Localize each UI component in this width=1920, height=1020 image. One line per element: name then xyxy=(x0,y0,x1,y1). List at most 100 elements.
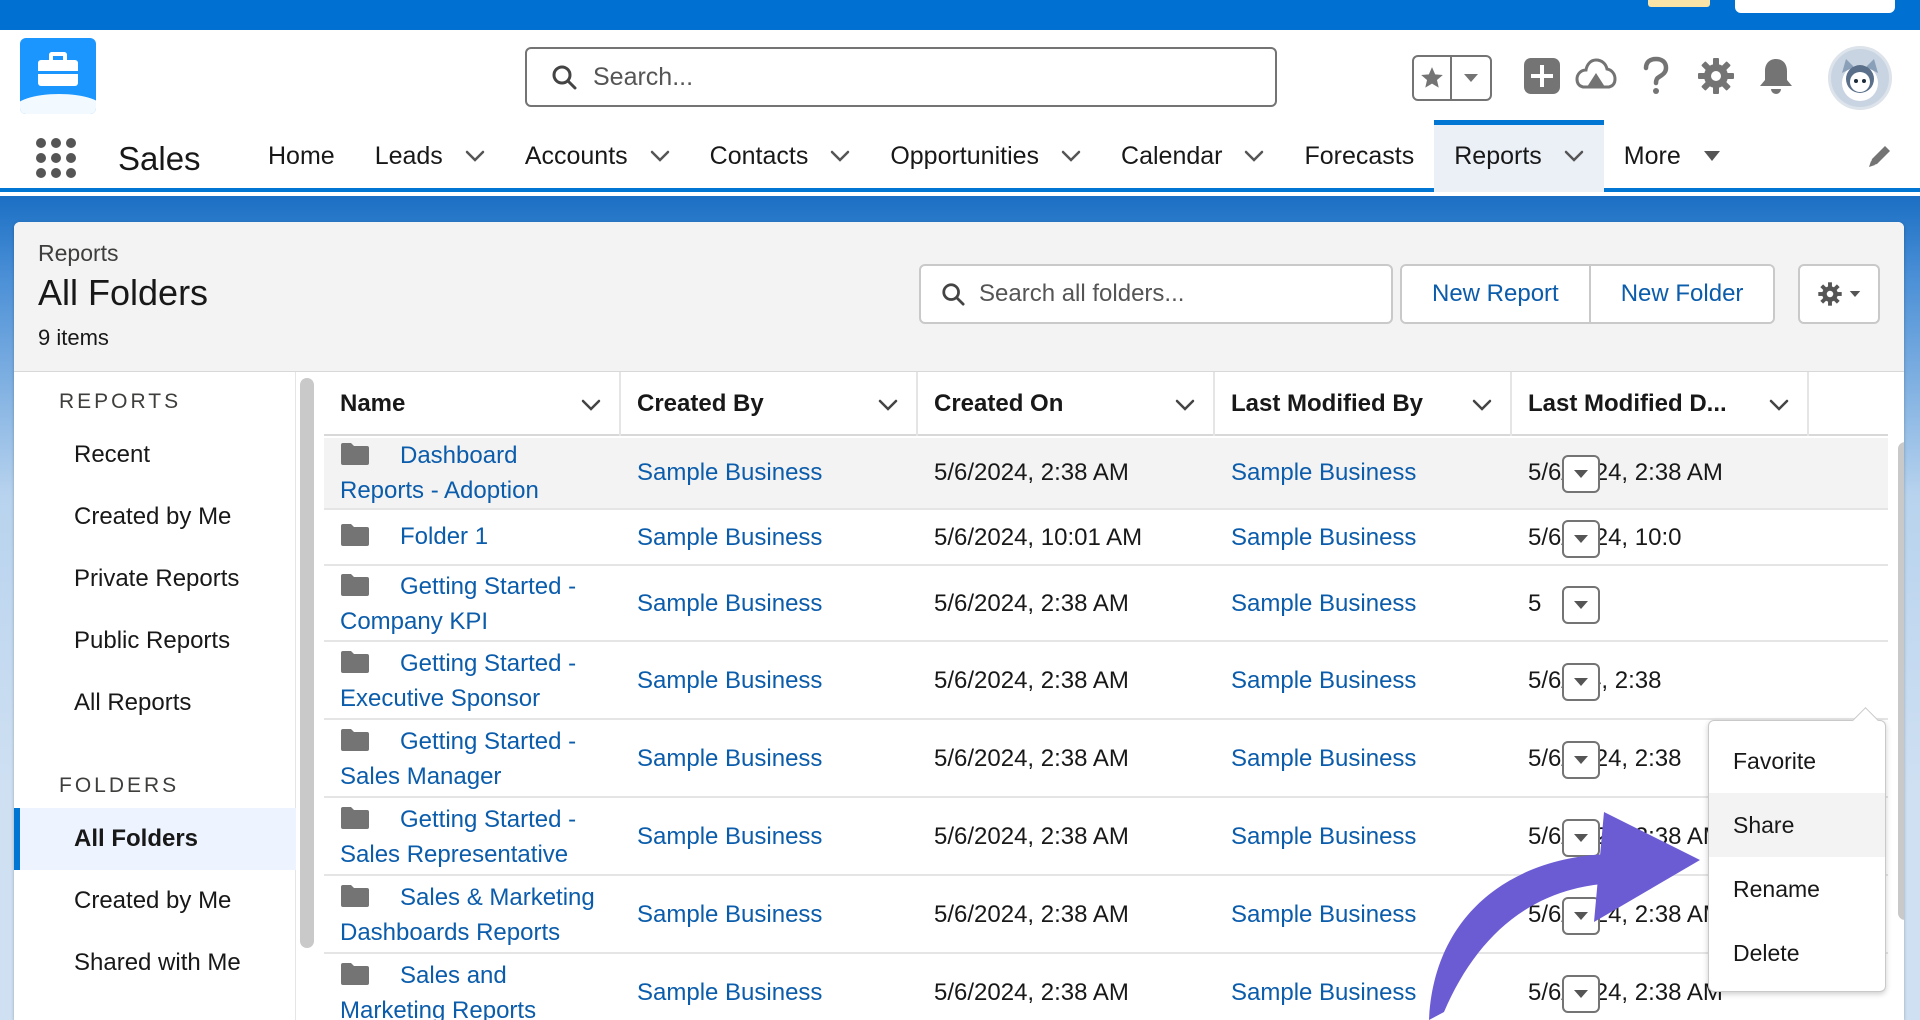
setup-button[interactable] xyxy=(1692,52,1740,100)
trailhead-icon xyxy=(1575,58,1617,89)
nav-tab-menu-button[interactable] xyxy=(1564,150,1584,162)
row-actions-button[interactable] xyxy=(1562,455,1600,493)
row-actions-button[interactable] xyxy=(1562,897,1600,935)
row-actions-button[interactable] xyxy=(1562,663,1600,701)
user-avatar[interactable] xyxy=(1828,46,1892,110)
column-sort-button[interactable] xyxy=(1175,390,1195,418)
row-actions-button[interactable] xyxy=(1562,819,1600,857)
menu-item-rename[interactable]: Rename xyxy=(1709,857,1885,921)
modified-by-link[interactable]: Sample Business xyxy=(1215,568,1512,640)
column-header[interactable]: Name xyxy=(324,372,621,436)
sidebar-item-all-reports[interactable]: All Reports xyxy=(14,672,296,734)
chevron-down-icon xyxy=(465,150,485,162)
created-by-link[interactable]: Sample Business xyxy=(621,878,918,952)
created-by-link[interactable]: Sample Business xyxy=(621,438,918,508)
nav-tab-contacts[interactable]: Contacts xyxy=(690,120,871,192)
global-search[interactable] xyxy=(525,47,1277,107)
nav-tab-home[interactable]: Home xyxy=(248,120,355,192)
sidebar-scrollbar[interactable] xyxy=(300,378,314,948)
list-settings-button[interactable] xyxy=(1798,264,1880,324)
row-actions-button[interactable] xyxy=(1562,975,1600,1013)
folder-name-link[interactable]: Sales and Marketing Reports xyxy=(340,960,536,1020)
folder-icon xyxy=(341,573,369,596)
modified-by-link[interactable]: Sample Business xyxy=(1215,644,1512,718)
global-actions-button[interactable] xyxy=(1518,52,1566,100)
app-logo[interactable] xyxy=(20,38,96,114)
help-button[interactable] xyxy=(1632,52,1680,100)
folder-name-link[interactable]: Getting Started - Executive Sponsor xyxy=(340,648,576,715)
created-by-link[interactable]: Sample Business xyxy=(621,956,918,1020)
nav-tab-menu-button[interactable] xyxy=(830,150,850,162)
favorites-list-button[interactable] xyxy=(1452,57,1490,99)
nav-tab-menu-button[interactable] xyxy=(465,150,485,162)
nav-tab-menu-button[interactable] xyxy=(1061,150,1081,162)
sidebar-item-created-by-me[interactable]: Created by Me xyxy=(14,486,296,548)
modified-by-link[interactable]: Sample Business xyxy=(1215,956,1512,1020)
nav-tab-leads[interactable]: Leads xyxy=(355,120,505,192)
folder-search[interactable] xyxy=(919,264,1393,324)
sidebar-item-public-reports[interactable]: Public Reports xyxy=(14,610,296,672)
new-report-button[interactable]: New Report xyxy=(1402,266,1589,322)
sidebar-item-private-reports[interactable]: Private Reports xyxy=(14,548,296,610)
created-by-link[interactable]: Sample Business xyxy=(621,512,918,564)
top-bar-tab[interactable] xyxy=(1735,0,1895,13)
nav-tab-accounts[interactable]: Accounts xyxy=(505,120,690,192)
nav-tab-menu-button[interactable] xyxy=(1703,150,1721,162)
modified-by-link[interactable]: Sample Business xyxy=(1215,722,1512,796)
created-by-link[interactable]: Sample Business xyxy=(621,722,918,796)
nav-tab-more[interactable]: More xyxy=(1604,120,1741,192)
app-launcher-waffle-icon[interactable] xyxy=(36,138,76,178)
edit-nav-button[interactable] xyxy=(1866,142,1894,175)
column-header[interactable]: Last Modified D... xyxy=(1512,372,1809,436)
modified-by-link[interactable]: Sample Business xyxy=(1215,800,1512,874)
nav-tab-forecasts[interactable]: Forecasts xyxy=(1284,120,1434,192)
table-row: Sales and Marketing Reports Sample Busines… xyxy=(324,956,1888,1020)
column-header[interactable]: Created On xyxy=(918,372,1215,436)
table-scrollbar[interactable] xyxy=(1898,442,1904,920)
sidebar-item-all-folders[interactable]: All Folders xyxy=(14,808,296,870)
sidebar-item-created-by-me[interactable]: Created by Me xyxy=(14,870,296,932)
modified-on-cell: 5/6/2 4, 2:38 xyxy=(1528,667,1662,694)
nav-tab-opportunities[interactable]: Opportunities xyxy=(870,120,1101,192)
folder-name-link[interactable]: Dashboard Reports - Adoption xyxy=(340,440,539,507)
column-header-label: Created On xyxy=(934,390,1064,417)
trailhead-button[interactable] xyxy=(1572,52,1620,100)
folder-name-link[interactable]: Getting Started - Sales Representative xyxy=(340,804,576,871)
modified-by-link[interactable]: Sample Business xyxy=(1215,878,1512,952)
modified-by-link[interactable]: Sample Business xyxy=(1215,512,1512,564)
menu-item-favorite[interactable]: Favorite xyxy=(1709,729,1885,793)
folder-name-link[interactable]: Folder 1 xyxy=(340,521,488,556)
folder-name-link[interactable]: Sales & Marketing Dashboards Reports xyxy=(340,882,595,949)
folder-name-link[interactable]: Getting Started - Company KPI xyxy=(340,571,576,638)
new-folder-button[interactable]: New Folder xyxy=(1588,266,1774,322)
menu-item-delete[interactable]: Delete xyxy=(1709,921,1885,985)
folder-name-text: Executive Sponsor xyxy=(340,684,541,712)
menu-item-share[interactable]: Share xyxy=(1709,793,1885,857)
modified-by-link[interactable]: Sample Business xyxy=(1215,438,1512,508)
folder-search-input[interactable] xyxy=(979,280,1379,308)
created-by-link[interactable]: Sample Business xyxy=(621,800,918,874)
created-by-link[interactable]: Sample Business xyxy=(621,644,918,718)
row-actions-button[interactable] xyxy=(1562,520,1600,558)
breadcrumb[interactable]: Reports xyxy=(38,240,119,267)
nav-tab-reports[interactable]: Reports xyxy=(1434,120,1604,192)
row-actions-button[interactable] xyxy=(1562,586,1600,624)
column-sort-button[interactable] xyxy=(878,390,898,418)
global-search-input[interactable] xyxy=(593,62,1193,92)
column-header[interactable]: Created By xyxy=(621,372,918,436)
column-sort-button[interactable] xyxy=(581,390,601,418)
column-sort-button[interactable] xyxy=(1769,390,1789,418)
favorites-button-group xyxy=(1412,55,1492,101)
notifications-button[interactable] xyxy=(1752,52,1800,100)
column-sort-button[interactable] xyxy=(1472,390,1492,418)
nav-tab-menu-button[interactable] xyxy=(1244,150,1264,162)
favorite-star-button[interactable] xyxy=(1414,57,1452,99)
sidebar-item-recent[interactable]: Recent xyxy=(14,424,296,486)
row-actions-button[interactable] xyxy=(1562,741,1600,779)
folder-name-link[interactable]: Getting Started - Sales Manager xyxy=(340,726,576,793)
sidebar-item-shared-with-me[interactable]: Shared with Me xyxy=(14,932,296,994)
nav-tab-menu-button[interactable] xyxy=(650,150,670,162)
created-by-link[interactable]: Sample Business xyxy=(621,568,918,640)
column-header[interactable]: Last Modified By xyxy=(1215,372,1512,436)
nav-tab-calendar[interactable]: Calendar xyxy=(1101,120,1284,192)
